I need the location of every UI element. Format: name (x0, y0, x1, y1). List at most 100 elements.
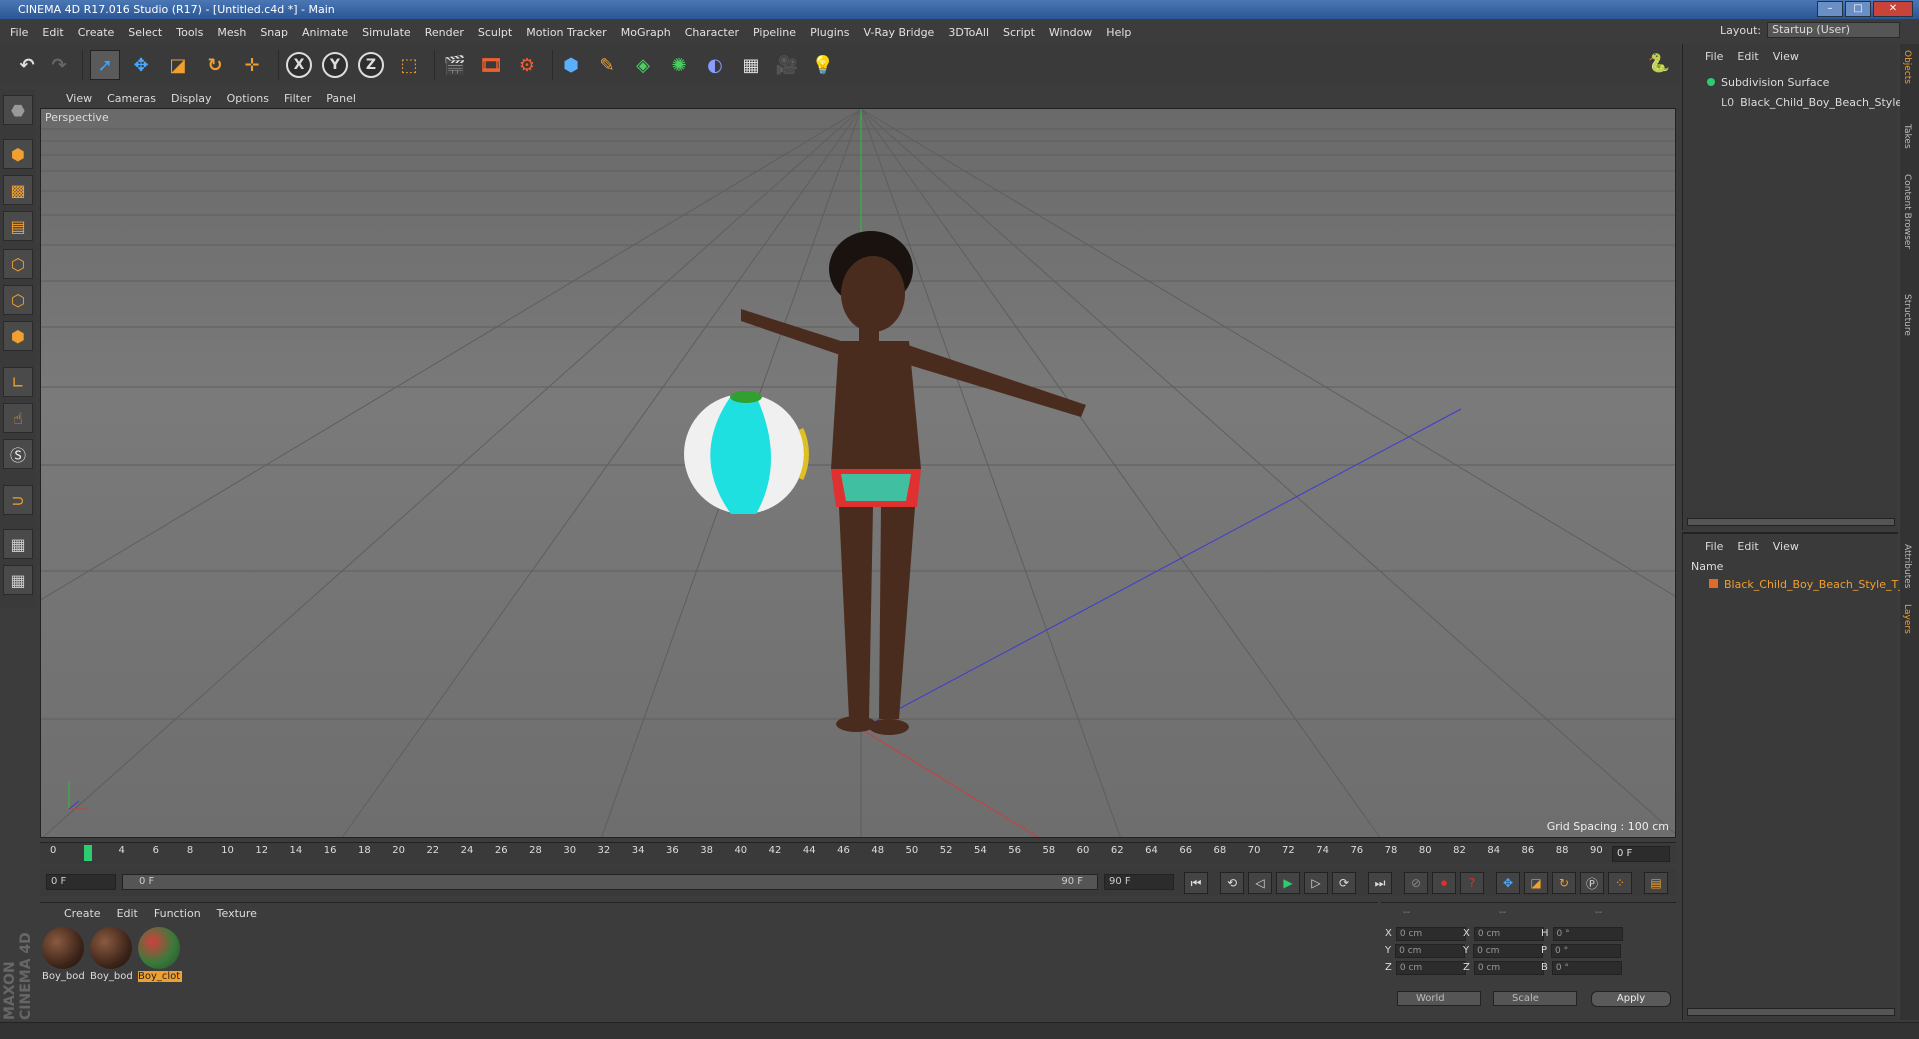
menu-item-help[interactable]: Help (1106, 26, 1131, 39)
material-menu-texture[interactable]: Texture (217, 907, 257, 920)
timeline-playhead[interactable] (84, 845, 92, 861)
snap-icon[interactable]: Ⓢ (3, 439, 33, 469)
polygons-mode-icon[interactable]: ⬢ (3, 321, 33, 351)
layers-menu-edit[interactable]: Edit (1737, 540, 1758, 553)
menu-item-animate[interactable]: Animate (302, 26, 348, 39)
maximize-button[interactable]: □ (1845, 1, 1871, 17)
key-pla-icon[interactable]: ⁘ (1608, 872, 1632, 894)
menu-item-script[interactable]: Script (1003, 26, 1035, 39)
object-manager-scrollbar[interactable] (1687, 518, 1895, 526)
close-button[interactable]: ✕ (1873, 1, 1913, 17)
menu-item-3dtoall[interactable]: 3DToAll (948, 26, 989, 39)
keyframe-selection-icon[interactable]: ? (1460, 872, 1484, 894)
key-parameter-icon[interactable]: Ⓟ (1580, 872, 1604, 894)
material-swatch-selected[interactable]: Boy_clot (138, 927, 182, 987)
menu-item-mesh[interactable]: Mesh (217, 26, 246, 39)
light-icon[interactable]: 💡 (808, 50, 838, 80)
coord-value-input[interactable]: 0 ° (1551, 961, 1622, 975)
camera-icon[interactable]: 🎥 (772, 50, 802, 80)
viewport-menu-panel[interactable]: Panel (326, 92, 356, 105)
perspective-viewport[interactable]: Perspective Grid Spacing : 100 cm (40, 108, 1676, 838)
workplane-mode-icon[interactable]: ▤ (3, 211, 33, 241)
menu-item-edit[interactable]: Edit (42, 26, 63, 39)
material-swatch[interactable]: Boy_bod (42, 927, 86, 987)
layer-manager-scrollbar[interactable] (1687, 1008, 1895, 1016)
menu-item-snap[interactable]: Snap (260, 26, 288, 39)
subdivision-icon[interactable]: ◈ (628, 50, 658, 80)
menu-item-sculpt[interactable]: Sculpt (478, 26, 512, 39)
coord-value-input[interactable]: 0 cm (1395, 944, 1466, 958)
coord-value-input[interactable]: 0 cm (1395, 927, 1466, 941)
coord-value-input[interactable]: 0 ° (1552, 927, 1623, 941)
object-item-subdivision-surface[interactable]: Subdivision Surface (1707, 76, 1829, 89)
floor-scene-icon[interactable]: ▦ (736, 50, 766, 80)
objects-menu-file[interactable]: File (1705, 50, 1723, 63)
viewport-menu-cameras[interactable]: Cameras (107, 92, 156, 105)
menu-item-tools[interactable]: Tools (176, 26, 203, 39)
coordinate-system-icon[interactable]: ⬚ (394, 50, 424, 80)
previous-frame-icon[interactable]: ◁ (1248, 872, 1272, 894)
apply-button[interactable]: Apply (1591, 991, 1671, 1007)
coord-space-dropdown[interactable]: World (1397, 991, 1481, 1006)
side-tab-content-browser[interactable]: Content Browser (1902, 174, 1912, 249)
end-frame-field[interactable]: 90 F (1104, 874, 1174, 890)
menu-item-file[interactable]: File (10, 26, 28, 39)
coord-value-input[interactable]: 0 cm (1473, 927, 1544, 941)
select-tool-icon[interactable]: ➚ (90, 50, 120, 80)
make-editable-icon[interactable]: ⬣ (3, 95, 33, 125)
points-mode-icon[interactable]: ⬡ (3, 249, 33, 279)
render-view-icon[interactable]: 🎬 (440, 50, 470, 80)
key-rotation-icon[interactable]: ↻ (1552, 872, 1576, 894)
x-axis-lock-button[interactable]: X (286, 52, 312, 78)
cube-object-icon[interactable]: ⬢ (556, 50, 586, 80)
menu-item-simulate[interactable]: Simulate (362, 26, 411, 39)
timeline-window-icon[interactable]: ▤ (1644, 872, 1668, 894)
next-key-icon[interactable]: ⟳ (1332, 872, 1356, 894)
start-frame-field[interactable]: 0 F (46, 874, 116, 890)
model-mode-icon[interactable]: ⬢ (3, 139, 33, 169)
play-icon[interactable]: ▶ (1276, 872, 1300, 894)
timeline-ruler[interactable]: 0246810121416182022242628303234363840424… (40, 842, 1676, 864)
viewport-menu-options[interactable]: Options (227, 92, 269, 105)
current-frame-field[interactable]: 0 F (1612, 846, 1670, 862)
menu-item-create[interactable]: Create (78, 26, 115, 39)
coord-value-input[interactable]: 0 cm (1473, 961, 1544, 975)
rotate-tool-icon[interactable]: ↻ (200, 50, 230, 80)
menu-item-character[interactable]: Character (685, 26, 739, 39)
next-frame-icon[interactable]: ▷ (1304, 872, 1328, 894)
record-keys-icon[interactable]: ⊘ (1404, 872, 1428, 894)
side-tab-objects[interactable]: Objects (1902, 50, 1912, 84)
layout-dropdown[interactable]: Startup (User) (1767, 22, 1901, 38)
axis-mode-icon[interactable]: ∟ (3, 367, 33, 397)
layer-item[interactable]: Black_Child_Boy_Beach_Style_T_Po (1709, 578, 1917, 591)
edges-mode-icon[interactable]: ⬡ (3, 285, 33, 315)
material-swatch[interactable]: Boy_bod (90, 927, 134, 987)
objects-menu-view[interactable]: View (1773, 50, 1799, 63)
menu-item-plugins[interactable]: Plugins (810, 26, 849, 39)
texture-mode-icon[interactable]: ▩ (3, 175, 33, 205)
viewport-menu-filter[interactable]: Filter (284, 92, 311, 105)
magnet-icon[interactable]: ⊃ (3, 485, 33, 515)
deformer-icon[interactable]: ◐ (700, 50, 730, 80)
layers-menu-file[interactable]: File (1705, 540, 1723, 553)
grid-snap-icon[interactable]: ▦ (3, 565, 33, 595)
viewport-menu-view[interactable]: View (66, 92, 92, 105)
key-position-icon[interactable]: ✥ (1496, 872, 1520, 894)
workplane-lock-icon[interactable]: ▦ (3, 529, 33, 559)
render-settings-icon[interactable]: ⚙ (512, 50, 542, 80)
material-menu-edit[interactable]: Edit (117, 907, 138, 920)
frame-range-slider[interactable]: 0 F 90 F (122, 874, 1098, 890)
coord-value-input[interactable]: 0 ° (1551, 944, 1622, 958)
key-scale-icon[interactable]: ◪ (1524, 872, 1548, 894)
beach-ball[interactable] (684, 391, 809, 514)
scale-tool-icon[interactable]: ◪ (163, 50, 193, 80)
previous-key-icon[interactable]: ⟲ (1220, 872, 1244, 894)
go-to-end-icon[interactable]: ⏭ (1368, 872, 1392, 894)
spline-pen-icon[interactable]: ✎ (592, 50, 622, 80)
menu-item-render[interactable]: Render (425, 26, 464, 39)
menu-item-mograph[interactable]: MoGraph (621, 26, 671, 39)
material-menu-function[interactable]: Function (154, 907, 201, 920)
coord-mode-dropdown[interactable]: Scale (1493, 991, 1577, 1006)
layers-menu-view[interactable]: View (1773, 540, 1799, 553)
move-tool-icon[interactable]: ✥ (126, 50, 156, 80)
